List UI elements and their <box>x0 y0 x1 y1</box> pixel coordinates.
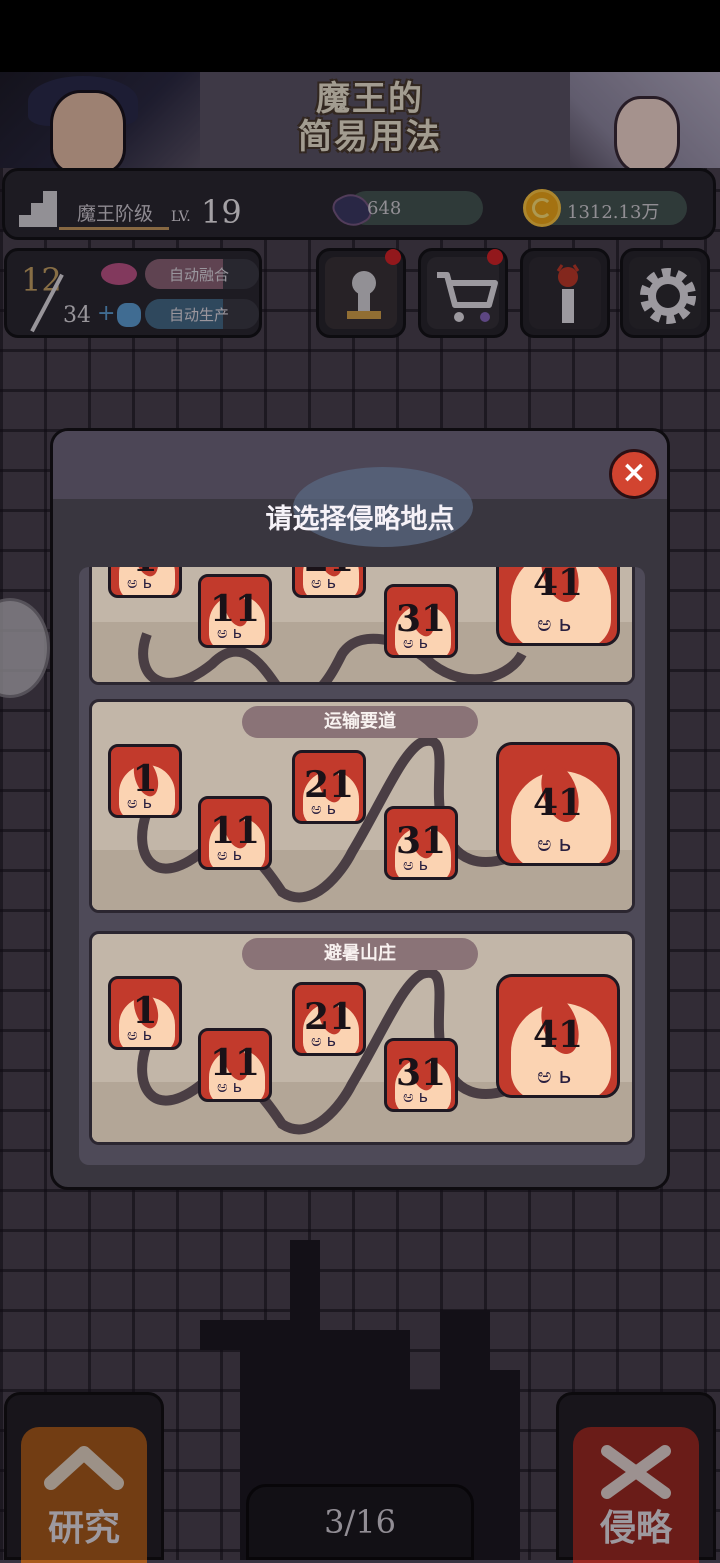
location-card-1[interactable]: 运输要道 1ಅ ь 11 ಅ ь 21 ಅ ь 31 ಅ ь 41 ಅ ь <box>89 699 635 913</box>
stage-button[interactable]: 21ಅ ь <box>292 567 366 598</box>
stage-runes-icon: ಅ ь <box>311 799 337 818</box>
stage-button-boss[interactable]: 41 ಅ ь <box>496 974 620 1098</box>
stage-runes-icon: ಅ ь <box>127 793 153 812</box>
stage-runes-icon: ಅ ь <box>127 573 153 592</box>
stage-button[interactable]: 11 ಅ ь <box>198 1028 272 1102</box>
stage-runes-icon: ಅ ь <box>217 845 243 864</box>
stage-button-boss[interactable]: 41 ಅ ь <box>496 567 620 646</box>
stage-button[interactable]: 1ಅ ь <box>108 567 182 598</box>
stage-runes-icon: ಅ ь <box>127 1025 153 1044</box>
stage-runes-icon: ಅ ь <box>311 573 337 592</box>
modal-header <box>53 431 667 547</box>
stage-button[interactable]: 11 ಅ ь <box>198 796 272 870</box>
stage-button[interactable]: 31 ಅ ь <box>384 1038 458 1112</box>
stage-button[interactable]: 21ಅ ь <box>292 982 366 1056</box>
location-card-0[interactable]: 1ಅ ь 11ಅ ь 21ಅ ь 31ಅ ь 41ಅ ь <box>89 567 635 685</box>
close-x-icon: × <box>621 455 647 490</box>
stage-button[interactable]: 11 ಅ ь <box>198 574 272 648</box>
location-name: 避暑山庄 <box>242 938 478 970</box>
stage-button[interactable]: 1ಅ ь <box>108 744 182 818</box>
stage-button[interactable]: 1ಅ ь <box>108 976 182 1050</box>
location-card-2[interactable]: 避暑山庄 1ಅ ь 11 ಅ ь 21 ಅ ь 31 ಅ ь 41 ಅ ь <box>89 931 635 1145</box>
stage-runes-icon: ಅ ь <box>217 623 243 642</box>
location-name: 运输要道 <box>242 706 478 738</box>
location-list[interactable]: 1ಅ ь 11ಅ ь 21ಅ ь 31ಅ ь 41ಅ ь 运输要道 1ಅ ь 1… <box>79 567 645 1165</box>
status-bar <box>0 0 720 72</box>
stage-button-boss[interactable]: 41 ಅ ь <box>496 742 620 866</box>
close-button[interactable]: × <box>609 449 659 499</box>
stage-button[interactable]: 31 ಅ ь <box>384 806 458 880</box>
stage-runes-icon: ಅ ь <box>537 832 572 857</box>
stage-runes-icon: ಅ ь <box>403 633 429 652</box>
stage-runes-icon: ಅ ь <box>537 612 572 637</box>
stage-runes-icon: ಅ ь <box>403 855 429 874</box>
invasion-location-modal: 请选择侵略地点 × 1ಅ ь 11ಅ ь 21ಅ ь 31ಅ ь 41ಅ ь 运… <box>50 428 670 1190</box>
stage-runes-icon: ಅ ь <box>403 1087 429 1106</box>
modal-title: 请选择侵略地点 <box>265 504 455 535</box>
stage-button[interactable]: 21ಅ ь <box>292 750 366 824</box>
stage-runes-icon: ಅ ь <box>217 1077 243 1096</box>
stage-button[interactable]: 31 ಅ ь <box>384 584 458 658</box>
stage-runes-icon: ಅ ь <box>537 1064 572 1089</box>
stage-runes-icon: ಅ ь <box>311 1031 337 1050</box>
